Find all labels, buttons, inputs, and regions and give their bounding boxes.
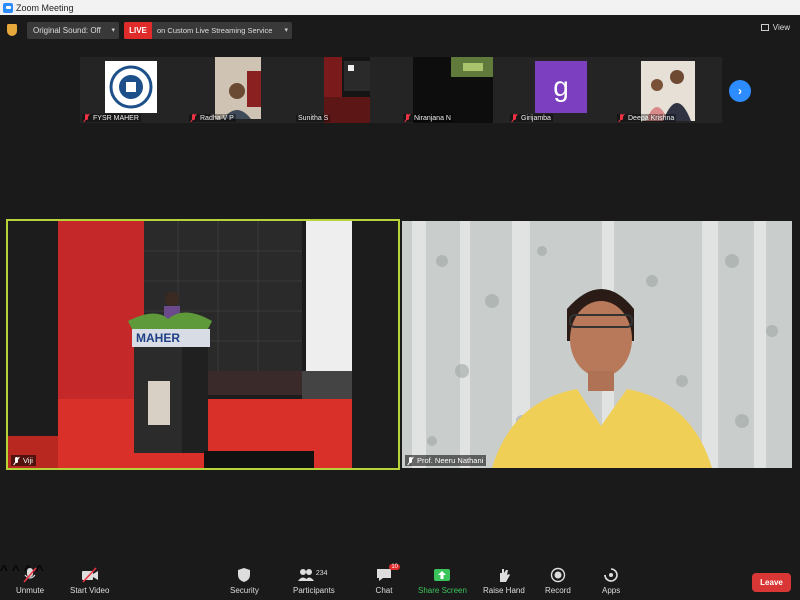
next-page-arrow-icon[interactable]: › <box>729 80 751 102</box>
video-tile[interactable]: Prof. Neeru Nathani <box>402 221 792 468</box>
security-shield-icon <box>235 567 253 583</box>
podium-banner-text: MAHER <box>136 331 180 345</box>
apps-button[interactable]: Apps <box>602 567 620 595</box>
participant-name-label: FYSR MAHER <box>82 114 141 122</box>
record-icon <box>549 567 567 583</box>
stage-photo-icon <box>324 57 370 123</box>
grid-view-icon <box>760 24 769 31</box>
chat-button[interactable]: 10 Chat <box>375 564 400 595</box>
maher-logo-icon <box>109 65 153 109</box>
share-screen-icon <box>433 567 451 583</box>
unmute-button[interactable]: Unmute <box>16 567 44 595</box>
zoom-logo-icon <box>3 2 13 13</box>
window-title: Zoom Meeting <box>16 2 74 13</box>
view-button[interactable]: View <box>760 23 790 32</box>
mic-muted-icon <box>619 114 625 122</box>
participant-thumbnail-strip: FYSR MAHER Radha V P Sunitha S Niranjana… <box>80 57 722 123</box>
participants-icon: 234 <box>297 567 331 583</box>
meeting-controls-toolbar: Unmute ^ Start Video ^ Security 234 Part… <box>0 563 800 600</box>
original-sound-button[interactable]: Original Sound: Off ▾ <box>27 22 119 39</box>
microphone-muted-icon <box>21 567 39 583</box>
mic-muted-icon <box>191 114 197 122</box>
participant-thumbnail[interactable]: g Girijamba <box>508 57 615 123</box>
start-video-button[interactable]: Start Video <box>70 567 109 595</box>
mic-muted-icon <box>84 114 90 122</box>
window-titlebar: Zoom Meeting <box>0 0 800 15</box>
participants-count: 234 <box>315 570 328 577</box>
avatar-letter: g <box>553 71 569 102</box>
participant-thumbnail[interactable]: Deepa Krishna <box>615 57 722 123</box>
view-label: View <box>772 23 790 32</box>
participant-avatar: g <box>535 61 587 113</box>
stage-video <box>8 221 398 468</box>
record-button[interactable]: Record <box>545 567 571 595</box>
participant-thumbnail[interactable]: Sunitha S <box>294 57 401 123</box>
raise-hand-button[interactable]: Raise Hand <box>483 567 525 595</box>
apps-icon <box>602 567 620 583</box>
leave-meeting-button[interactable]: Leave <box>752 573 791 592</box>
chat-unread-badge: 10 <box>389 564 400 570</box>
original-sound-label: Original Sound: Off <box>33 26 101 35</box>
couple-photo-icon <box>641 61 695 121</box>
participant-name-label: Radha V P <box>189 114 236 122</box>
participant-thumbnail[interactable]: Radha V P <box>187 57 294 123</box>
share-screen-button[interactable]: Share Screen <box>418 567 467 595</box>
participant-thumbnail[interactable]: Niranjana N <box>401 57 508 123</box>
raise-hand-icon <box>495 567 513 583</box>
participant-name-label: Girijamba <box>510 114 553 122</box>
chevron-down-icon[interactable]: ▾ <box>111 26 115 34</box>
mic-muted-icon <box>512 114 518 122</box>
video-camera-off-icon <box>81 567 99 583</box>
participant-video <box>105 61 157 113</box>
chevron-down-icon[interactable]: ▾ <box>284 26 288 34</box>
meeting-topbar: Original Sound: Off ▾ LIVE on Custom Liv… <box>0 15 800 47</box>
chevron-up-icon[interactable]: ^ <box>0 563 8 580</box>
participant-video <box>215 57 261 119</box>
live-badge: LIVE <box>124 22 152 39</box>
shield-icon[interactable] <box>7 24 17 36</box>
participant-video <box>402 221 792 468</box>
participant-video <box>641 61 695 121</box>
participant-name-label: Niranjana N <box>403 114 453 122</box>
participant-name-label: Prof. Neeru Nathani <box>405 455 487 466</box>
mic-muted-icon <box>405 114 411 122</box>
mic-muted-icon <box>14 456 20 465</box>
participant-video <box>324 57 370 123</box>
participant-thumbnail[interactable]: FYSR MAHER <box>80 57 187 123</box>
participant-name-label: Deepa Krishna <box>617 114 677 122</box>
live-stream-label: on Custom Live Streaming Service <box>157 26 273 35</box>
live-stream-button[interactable]: LIVE on Custom Live Streaming Service ▾ <box>124 22 292 39</box>
video-tile-active-speaker[interactable]: MAHER Viji <box>6 219 400 470</box>
person-photo-icon <box>215 57 261 119</box>
participant-name-label: Viji <box>11 455 36 466</box>
security-button[interactable]: Security <box>230 567 259 595</box>
participants-button[interactable]: 234 Participants <box>293 567 335 595</box>
mic-muted-icon <box>408 456 414 465</box>
chat-bubble-icon: 10 <box>375 564 400 583</box>
participant-name-label: Sunitha S <box>296 115 331 122</box>
